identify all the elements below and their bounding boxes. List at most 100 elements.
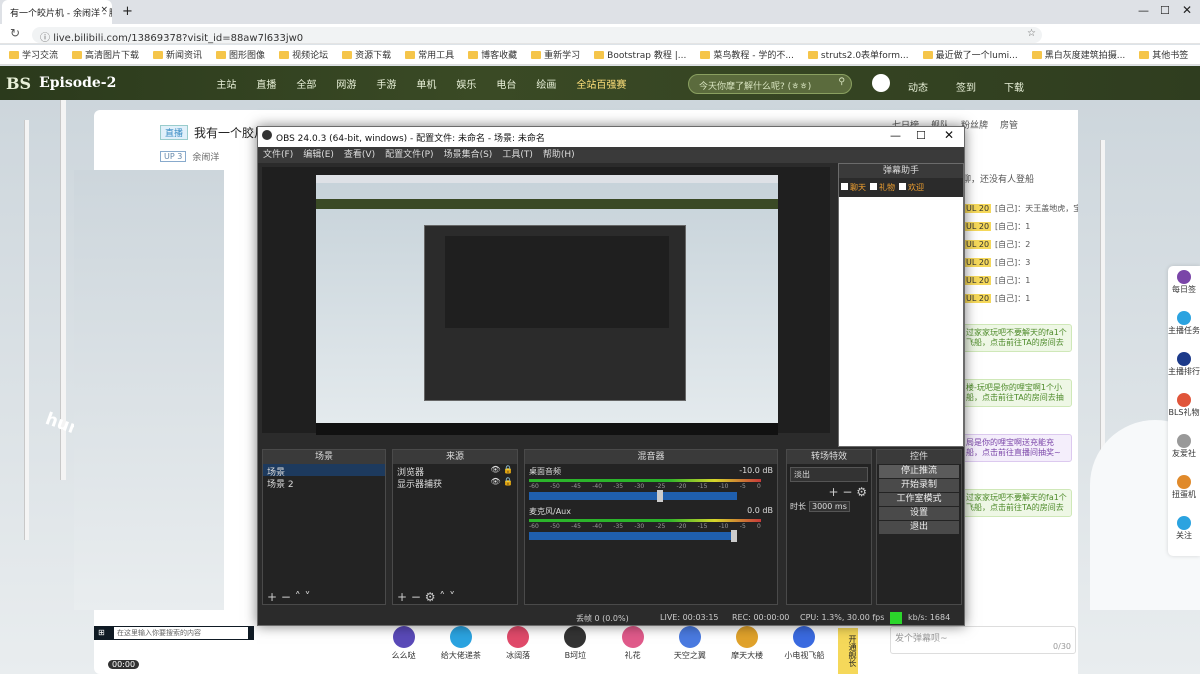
source-item[interactable]: 显示器捕获 👁 🔒 xyxy=(393,476,517,490)
nav-item[interactable]: 全部 xyxy=(286,76,326,91)
close-icon[interactable]: × xyxy=(100,5,108,15)
source-toolbar[interactable]: + − ⚙ ˄ ˅ xyxy=(397,590,455,604)
nav-item[interactable]: 手游 xyxy=(366,76,406,91)
slider-handle[interactable] xyxy=(731,530,737,542)
control-button[interactable]: 设置 xyxy=(879,507,959,520)
bookmark-item[interactable]: 高清图片下载 xyxy=(67,48,144,61)
transition-toolbar[interactable]: + − ⚙ xyxy=(787,485,871,499)
sidebar-item[interactable]: 关注 xyxy=(1168,512,1200,553)
reload-icon[interactable]: ↻ xyxy=(10,26,20,40)
obs-menu-item[interactable]: 文件(F) xyxy=(263,147,293,163)
gift-item[interactable]: 天空之翼 xyxy=(666,624,713,674)
control-button[interactable]: 开始录制 xyxy=(879,479,959,492)
control-button[interactable]: 退出 xyxy=(879,521,959,534)
taskbar-search[interactable]: 在这里输入你要搜索的内容 xyxy=(114,627,248,639)
up-name[interactable]: 余闹洋 xyxy=(192,150,219,163)
gift-item[interactable]: 小电视飞船 xyxy=(781,624,828,674)
minimize-icon[interactable]: — xyxy=(1138,4,1149,17)
gift-item[interactable]: 给大佬递茶 xyxy=(437,624,484,674)
gift-item[interactable]: 摩天大楼 xyxy=(724,624,771,674)
new-tab-button[interactable]: + xyxy=(122,4,133,19)
scene-item[interactable]: 场景 xyxy=(263,464,385,478)
obs-preview[interactable] xyxy=(262,167,830,435)
bookmark-item[interactable]: 黑白灰度建筑拍摄... xyxy=(1027,48,1131,61)
gift-notice[interactable]: 楼-玩吧是你的哩宝啊1个小船，点击前往TA的房间去抽 xyxy=(962,379,1072,407)
close-icon[interactable]: ✕ xyxy=(944,128,954,142)
nav-item[interactable]: 网游 xyxy=(326,76,366,91)
control-button[interactable]: 工作室模式 xyxy=(879,493,959,506)
mic-slider[interactable] xyxy=(529,530,737,542)
obs-menu-item[interactable]: 查看(V) xyxy=(344,147,375,163)
nav-item[interactable]: 直播 xyxy=(246,76,286,91)
nav-item[interactable]: 下载 xyxy=(1004,79,1024,94)
bookmark-item[interactable]: 学习交流 xyxy=(4,48,63,61)
sidebar-item[interactable]: 每日签 xyxy=(1168,266,1200,307)
slider-handle[interactable] xyxy=(657,490,663,502)
captain-button[interactable]: 开通舰长 xyxy=(838,628,858,674)
close-window-icon[interactable]: ✕ xyxy=(1182,3,1192,17)
obs-menu-item[interactable]: 场景集合(S) xyxy=(444,147,493,163)
maximize-icon[interactable]: ☐ xyxy=(916,129,926,142)
browser-tab[interactable]: 有一个皎片机 - 余闹洋 - 脚哩... × xyxy=(2,0,112,24)
nav-item[interactable]: 单机 xyxy=(406,76,446,91)
bookmark-item[interactable]: 菜鸟教程 - 学的不... xyxy=(695,48,799,61)
obs-menu-item[interactable]: 配置文件(P) xyxy=(385,147,433,163)
bookmark-item[interactable]: 新闻资讯 xyxy=(148,48,207,61)
star-icon[interactable]: ☆ xyxy=(1027,28,1036,39)
bookmark-item[interactable]: 最近做了一个lumi... xyxy=(918,48,1023,61)
nav-item[interactable]: 全站百强赛 xyxy=(566,76,636,91)
nav-item[interactable]: 签到 xyxy=(956,79,976,94)
bookmark-item[interactable]: 视频论坛 xyxy=(274,48,333,61)
gift-item[interactable]: 冰阔落 xyxy=(495,624,542,674)
checkbox-icon[interactable] xyxy=(870,183,877,190)
gift-item[interactable]: 么么哒 xyxy=(380,624,427,674)
control-button[interactable]: 停止推流 xyxy=(879,465,959,478)
nav-item[interactable]: 绘画 xyxy=(526,76,566,91)
obs-menu-item[interactable]: 帮助(H) xyxy=(543,147,575,163)
bookmark-item[interactable]: 常用工具 xyxy=(400,48,459,61)
avatar[interactable] xyxy=(872,74,890,92)
bookmark-item[interactable]: 博客收藏 xyxy=(463,48,522,61)
nav-item[interactable]: 主站 xyxy=(206,76,246,91)
gift-item[interactable]: B坷垃 xyxy=(552,624,599,674)
nav-item[interactable]: 动态 xyxy=(908,79,928,94)
maximize-icon[interactable]: ☐ xyxy=(1160,4,1170,17)
site-search-input[interactable]: 今天你摩了解什么呢? (ㅎㅎ) ⚲ xyxy=(688,74,852,94)
bookmark-item[interactable]: struts2.0表单form... xyxy=(803,48,914,61)
obs-menu-item[interactable]: 工具(T) xyxy=(502,147,533,163)
sidebar-item[interactable]: 主播排行 xyxy=(1168,348,1200,389)
duration-field[interactable]: 3000 ms xyxy=(809,501,850,512)
gift-notice[interactable]: 过家家玩吧不要解天的fa1个飞船，点击前往TA的房间去 xyxy=(962,324,1072,352)
gift-item[interactable]: 礼花 xyxy=(609,624,656,674)
gift-notice[interactable]: 局是你的哩宝啊送充能充船，点击前往直播间抽奖~ xyxy=(962,434,1072,462)
danmaku-input[interactable]: 发个弹幕呗~ 0/30 xyxy=(890,626,1076,654)
visibility-lock-icon[interactable]: 👁 🔒 xyxy=(490,477,513,487)
visibility-lock-icon[interactable]: 👁 🔒 xyxy=(490,465,513,475)
rank-tab[interactable]: 房管 xyxy=(994,116,1024,133)
sidebar-item[interactable]: 扭蛋机 xyxy=(1168,471,1200,512)
danmaku-check[interactable]: 欢迎 xyxy=(899,182,924,193)
sidebar-item[interactable]: 友爱社 xyxy=(1168,430,1200,471)
danmaku-check[interactable]: 聊天 xyxy=(841,182,866,193)
bookmark-item[interactable]: 图形图像 xyxy=(211,48,270,61)
sidebar-item[interactable]: BLS礼物 xyxy=(1168,389,1200,430)
nav-item[interactable]: 电台 xyxy=(486,76,526,91)
checkbox-icon[interactable] xyxy=(899,183,906,190)
search-icon[interactable]: ⚲ xyxy=(838,77,845,87)
gift-notice[interactable]: 过家家玩吧不要解天的fa1个飞船，点击前往TA的房间去 xyxy=(962,489,1072,517)
minimize-icon[interactable]: — xyxy=(890,129,901,142)
bookmark-item[interactable]: 资源下载 xyxy=(337,48,396,61)
danmaku-check[interactable]: 礼物 xyxy=(870,182,895,193)
bookmark-item[interactable]: 重新学习 xyxy=(526,48,585,61)
obs-menu-item[interactable]: 编辑(E) xyxy=(303,147,334,163)
scene-toolbar[interactable]: + − ˄ ˅ xyxy=(267,590,311,604)
desktop-audio-slider[interactable] xyxy=(529,490,737,502)
nav-item[interactable]: 娱乐 xyxy=(446,76,486,91)
sidebar-item[interactable]: 主播任务 xyxy=(1168,307,1200,348)
bookmark-item[interactable]: Bootstrap 教程 |... xyxy=(589,48,691,61)
transition-select[interactable]: 淡出 xyxy=(790,467,868,482)
bookmark-item[interactable]: 其他书签 xyxy=(1134,48,1193,61)
checkbox-icon[interactable] xyxy=(841,183,848,190)
scene-item[interactable]: 场景 2 xyxy=(263,476,385,490)
windows-icon[interactable]: ⊞ xyxy=(98,628,105,637)
